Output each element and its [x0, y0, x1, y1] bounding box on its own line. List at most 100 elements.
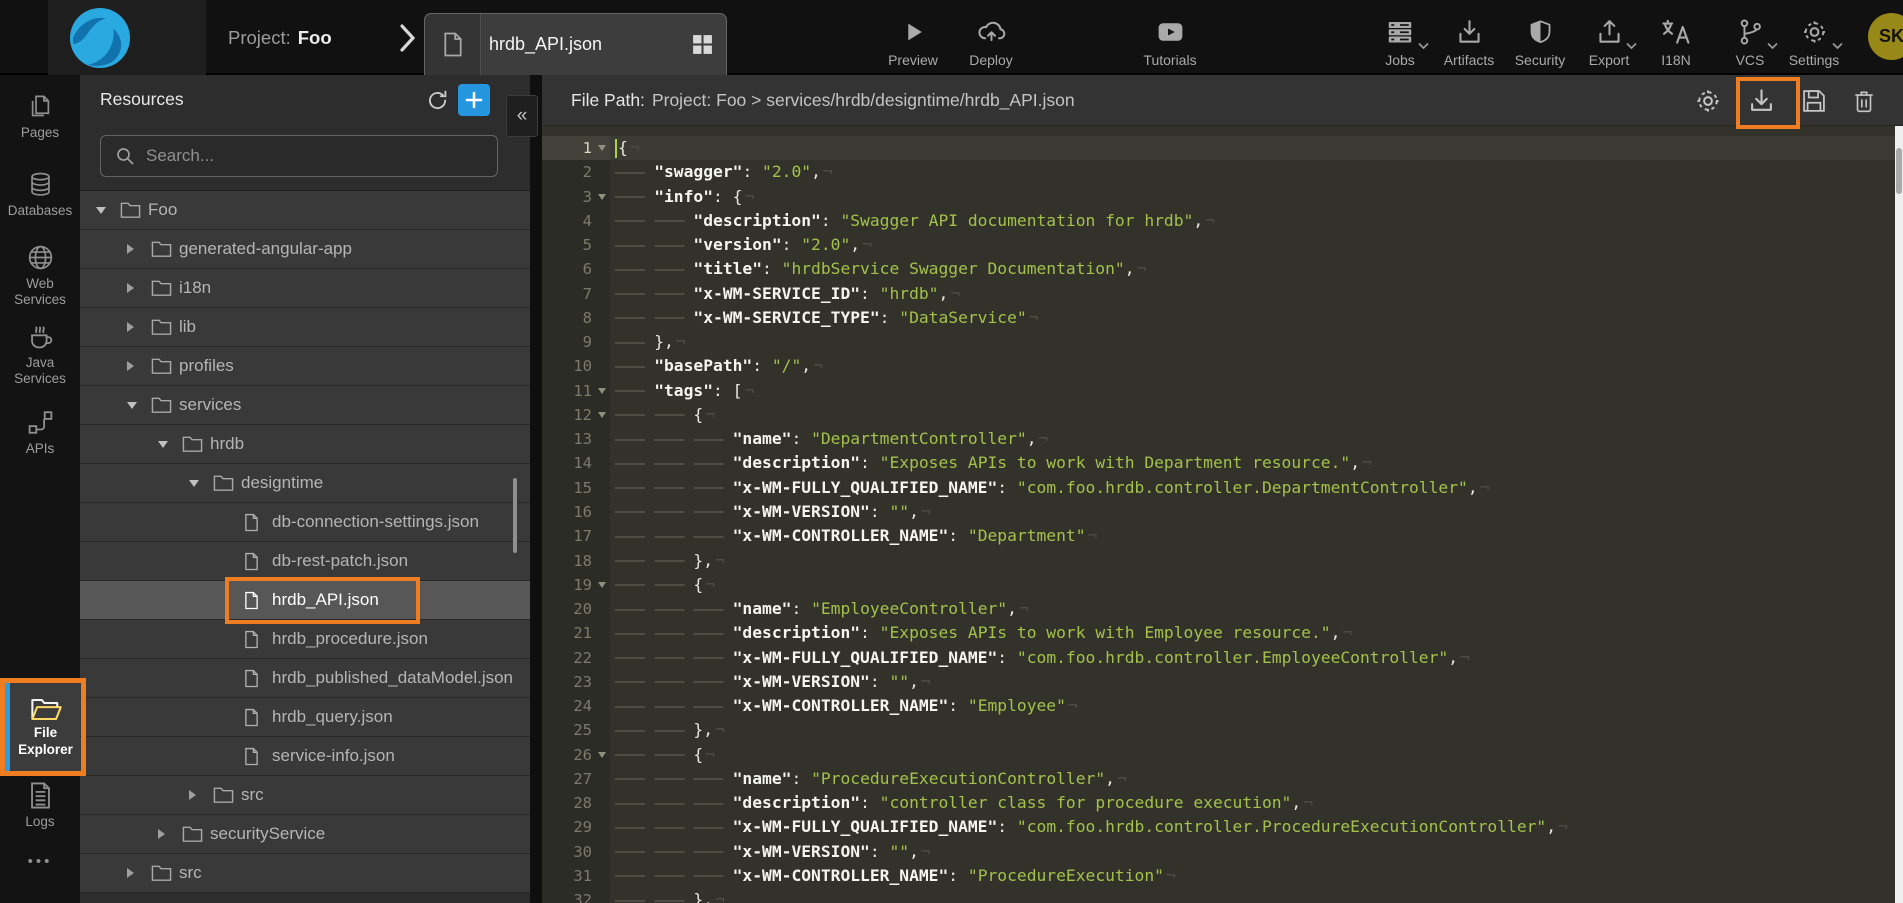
tree-item-src[interactable]: src — [80, 854, 530, 893]
tree-collapse-arrow-icon[interactable] — [127, 322, 151, 332]
code-line-26[interactable]: 26{¬ — [542, 743, 1895, 767]
tree-item-designtime[interactable]: designtime — [80, 464, 530, 503]
code-line-28[interactable]: 28"description": "controller class for p… — [542, 791, 1895, 815]
tree-expand-arrow-icon[interactable] — [96, 207, 120, 214]
code-line-27[interactable]: 27"name": "ProcedureExecutionController"… — [542, 767, 1895, 791]
tree-item-lib[interactable]: lib — [80, 308, 530, 347]
tree-item-foo[interactable]: Foo — [80, 191, 530, 230]
sidebar-item-logs[interactable]: Logs — [0, 781, 80, 830]
tree-item-src[interactable]: src — [80, 776, 530, 815]
settings-button[interactable] — [1693, 86, 1723, 116]
code-line-23[interactable]: 23"x-WM-VERSION": "",¬ — [542, 670, 1895, 694]
menu-item-security[interactable]: Security — [1509, 16, 1571, 68]
tree-item-generated-angular-app[interactable]: generated-angular-app — [80, 230, 530, 269]
code-line-5[interactable]: 5"version": "2.0",¬ — [542, 233, 1895, 257]
code-line-2[interactable]: 2"swagger": "2.0",¬ — [542, 160, 1895, 184]
tree-expand-arrow-icon[interactable] — [127, 402, 151, 409]
sidebar-item-java-services[interactable]: Java Services — [0, 322, 80, 387]
fold-arrow-icon[interactable] — [598, 194, 606, 200]
code-line-13[interactable]: 13"name": "DepartmentController",¬ — [542, 427, 1895, 451]
code-line-16[interactable]: 16"x-WM-VERSION": "",¬ — [542, 500, 1895, 524]
logo-box[interactable] — [48, 0, 206, 75]
tree-collapse-arrow-icon[interactable] — [127, 868, 151, 878]
topbar-action-tutorials[interactable]: Tutorials — [1125, 16, 1215, 68]
code-line-9[interactable]: 9},¬ — [542, 330, 1895, 354]
tree-collapse-arrow-icon[interactable] — [127, 361, 151, 371]
sidebar-item-apis[interactable]: APIs — [0, 408, 80, 457]
delete-button[interactable] — [1851, 86, 1877, 116]
code-line-25[interactable]: 25},¬ — [542, 718, 1895, 742]
collapse-panel-icon[interactable]: « — [506, 95, 538, 137]
tree-expand-arrow-icon[interactable] — [158, 441, 182, 448]
tree-item-i18n[interactable]: i18n — [80, 269, 530, 308]
menu-item-settings[interactable]: Settings — [1783, 16, 1845, 68]
editor-scrollbar[interactable] — [1895, 126, 1903, 903]
code-line-15[interactable]: 15"x-WM-FULLY_QUALIFIED_NA​ME": "com.foo… — [542, 476, 1895, 500]
menu-item-i18n[interactable]: I18N — [1645, 16, 1707, 68]
code-line-30[interactable]: 30"x-WM-VERSION": "",¬ — [542, 840, 1895, 864]
code-line-14[interactable]: 14"description": "Exposes APIs to work w… — [542, 451, 1895, 475]
grid-icon[interactable] — [678, 33, 726, 56]
open-file-tab[interactable]: hrdb_API.json — [424, 13, 727, 75]
sidebar-item-file-explorer[interactable]: FileExplorer — [5, 683, 81, 771]
tree-item-hrdb-procedure-json[interactable]: hrdb_procedure.json — [80, 620, 530, 659]
editor-scrollbar-thumb[interactable] — [1896, 148, 1902, 194]
code-line-8[interactable]: 8"x-WM-SERVICE_TYPE": "DataService"¬ — [542, 306, 1895, 330]
sidebar-item-web-services[interactable]: Web Services — [0, 243, 80, 308]
tree-item-hrdb-published-datamodel-json[interactable]: hrdb_published_dataModel.json — [80, 659, 530, 698]
topbar-action-deploy[interactable]: Deploy — [946, 16, 1036, 68]
tree-item-db-connection-settings-json[interactable]: db-connection-settings.json — [80, 503, 530, 542]
code-line-19[interactable]: 19{¬ — [542, 573, 1895, 597]
tree-item-profiles[interactable]: profiles — [80, 347, 530, 386]
tree-expand-arrow-icon[interactable] — [189, 480, 213, 487]
menu-item-jobs[interactable]: Jobs — [1369, 16, 1431, 68]
tree-collapse-arrow-icon[interactable] — [158, 829, 182, 839]
tree-item-service-info-json[interactable]: service-info.json — [80, 737, 530, 776]
tree-item-db-rest-patch-json[interactable]: db-rest-patch.json — [80, 542, 530, 581]
sidebar-item-pages[interactable]: Pages — [0, 92, 80, 141]
tree-item-services[interactable]: services — [80, 386, 530, 425]
more-options-icon[interactable]: ••• — [0, 853, 80, 870]
download-button[interactable] — [1746, 86, 1777, 116]
code-line-31[interactable]: 31"x-WM-CONTROLLER_NAME": "ProcedureExec… — [542, 864, 1895, 888]
code-line-22[interactable]: 22"x-WM-FULLY_QUALIFIED_NAME": "com.foo.… — [542, 646, 1895, 670]
refresh-icon[interactable] — [425, 88, 450, 113]
tree-item-securityservice[interactable]: securityService — [80, 815, 530, 854]
code-line-17[interactable]: 17"x-WM-CONTROLLER_NAME": "Department"¬ — [542, 524, 1895, 548]
topbar-action-preview[interactable]: Preview — [868, 16, 958, 68]
code-line-12[interactable]: 12{¬ — [542, 403, 1895, 427]
avatar[interactable]: SK — [1868, 13, 1903, 60]
code-line-10[interactable]: 10"basePath": "/",¬ — [542, 354, 1895, 378]
search-input[interactable]: Search... — [100, 135, 498, 177]
code-line-24[interactable]: 24"x-WM-CONTROLLER_NAME": "Employee"¬ — [542, 694, 1895, 718]
tree-collapse-arrow-icon[interactable] — [189, 790, 213, 800]
code-line-11[interactable]: 11"tags": [¬ — [542, 379, 1895, 403]
code-line-18[interactable]: 18},¬ — [542, 549, 1895, 573]
code-line-21[interactable]: 21"description": "Exposes APIs to work w… — [542, 621, 1895, 645]
fold-arrow-icon[interactable] — [598, 752, 606, 758]
code-line-29[interactable]: 29"x-WM-FULLY_QUALIFIED_NAME": "com.foo.… — [542, 815, 1895, 839]
code-line-6[interactable]: 6"title": "hrdbService Swagger Documenta… — [542, 257, 1895, 281]
add-resource-button[interactable] — [458, 84, 490, 116]
menu-item-vcs[interactable]: VCS — [1719, 16, 1781, 68]
tree-scrollbar-thumb[interactable] — [513, 478, 517, 553]
code-line-1[interactable]: 1{¬ — [542, 136, 1895, 160]
tree-item-hrdb[interactable]: hrdb — [80, 425, 530, 464]
code-line-4[interactable]: 4"description": "Swagger API documentati… — [542, 209, 1895, 233]
fold-arrow-icon[interactable] — [598, 145, 606, 151]
code-line-3[interactable]: 3"info": {¬ — [542, 185, 1895, 209]
menu-item-export[interactable]: Export — [1578, 16, 1640, 68]
fold-arrow-icon[interactable] — [598, 582, 606, 588]
code-line-20[interactable]: 20"name": "EmployeeController",¬ — [542, 597, 1895, 621]
tree-collapse-arrow-icon[interactable] — [127, 283, 151, 293]
tree-item-hrdb-api-json[interactable]: hrdb_API.json — [80, 581, 530, 620]
code-line-7[interactable]: 7"x-WM-SERVICE_ID": "hrdb",¬ — [542, 282, 1895, 306]
save-button[interactable] — [1800, 87, 1828, 115]
sidebar-item-databases[interactable]: Databases — [0, 170, 80, 219]
tree-collapse-arrow-icon[interactable] — [127, 244, 151, 254]
fold-arrow-icon[interactable] — [598, 388, 606, 394]
fold-arrow-icon[interactable] — [598, 412, 606, 418]
code-area[interactable]: 1{¬2"swagger": "2.0",¬3"info": {¬4"descr… — [542, 126, 1895, 903]
tree-item-hrdb-query-json[interactable]: hrdb_query.json — [80, 698, 530, 737]
menu-item-artifacts[interactable]: Artifacts — [1438, 16, 1500, 68]
